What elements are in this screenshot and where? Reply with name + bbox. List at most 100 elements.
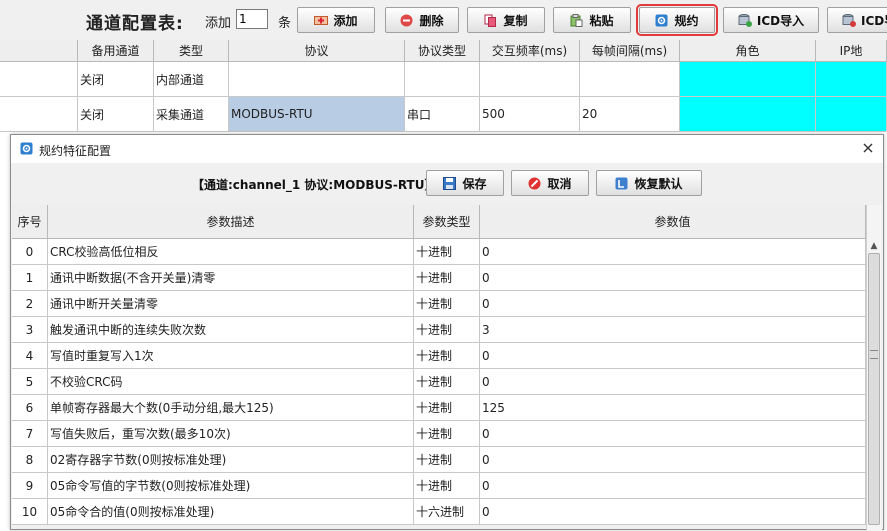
cancel-button[interactable]: 取消: [511, 170, 589, 196]
icd-export-button[interactable]: ICD导: [827, 7, 887, 33]
index-cell: 8: [12, 447, 48, 473]
param-value-cell[interactable]: 0: [480, 239, 866, 265]
frame-interval-cell[interactable]: 20: [580, 97, 680, 132]
protocol-button[interactable]: 规约: [636, 4, 718, 36]
protocol-type-cell[interactable]: 串口: [405, 97, 480, 132]
param-value-cell[interactable]: 125: [480, 395, 866, 421]
column-header-param-value[interactable]: 参数值: [480, 205, 866, 239]
add-row-icon: [314, 14, 329, 27]
index-cell: 5: [12, 369, 48, 395]
copy-button[interactable]: 复制: [467, 7, 545, 33]
description-cell: 不校验CRC码: [48, 369, 414, 395]
add-button[interactable]: 添加: [297, 7, 375, 33]
param-value-cell[interactable]: 0: [480, 343, 866, 369]
table-row[interactable]: 5 不校验CRC码 十进制 0: [12, 369, 866, 395]
icd-import-button[interactable]: ICD导入: [723, 7, 819, 33]
role-cell[interactable]: [680, 62, 816, 97]
table-row[interactable]: 1 通讯中断数据(不含开关量)清零 十进制 0: [12, 265, 866, 291]
param-value-cell[interactable]: 0: [480, 447, 866, 473]
table-row[interactable]: 2 通讯中断开关量清零 十进制 0: [12, 291, 866, 317]
close-icon[interactable]: [860, 140, 876, 156]
paste-button[interactable]: 粘贴: [553, 7, 631, 33]
param-type-cell: 十进制: [414, 473, 480, 499]
table-row[interactable]: 9 05命令写值的字节数(0则按标准处理) 十进制 0: [12, 473, 866, 499]
add-count-input[interactable]: [236, 9, 268, 29]
copy-button-label: 复制: [503, 13, 528, 28]
row-header-cell[interactable]: [0, 97, 78, 132]
column-header-blank: [0, 40, 78, 62]
delete-button[interactable]: 删除: [385, 7, 459, 33]
description-cell: 通讯中断开关量清零: [48, 291, 414, 317]
param-value-cell[interactable]: 0: [480, 473, 866, 499]
ip-cell[interactable]: [816, 62, 887, 97]
index-cell: 6: [12, 395, 48, 421]
table-row[interactable]: 4 写值时重复写入1次 十进制 0: [12, 343, 866, 369]
table-row[interactable]: 6 单帧寄存器最大个数(0手动分组,最大125) 十进制 125: [12, 395, 866, 421]
param-value-cell[interactable]: 0: [480, 421, 866, 447]
index-cell: 7: [12, 421, 48, 447]
delete-button-label: 删除: [419, 13, 444, 28]
column-header-index[interactable]: 序号: [12, 205, 48, 239]
column-header-role[interactable]: 角色: [680, 40, 816, 62]
backup-channel-cell[interactable]: 关闭: [78, 62, 154, 97]
param-type-cell: 十进制: [414, 447, 480, 473]
param-value-cell[interactable]: 0: [480, 369, 866, 395]
description-cell: 单帧寄存器最大个数(0手动分组,最大125): [48, 395, 414, 421]
protocol-cell[interactable]: MODBUS-RTU: [229, 97, 405, 132]
add-count-prefix: 添加: [205, 16, 232, 31]
column-header-protocol[interactable]: 协议: [229, 40, 405, 62]
table-row[interactable]: 7 写值失败后，重写次数(最多10次) 十进制 0: [12, 421, 866, 447]
protocol-config-dialog: 规约特征配置 【通道:channel_1 协议:MODBUS-RTU】 保存 取…: [10, 134, 884, 531]
index-cell: 10: [12, 499, 48, 525]
save-button[interactable]: 保存: [426, 170, 504, 196]
interaction-freq-cell[interactable]: 500: [480, 97, 580, 132]
add-count-suffix: 条: [278, 16, 292, 31]
table-row[interactable]: 10 05命令合的值(0则按标准处理) 十六进制 0: [12, 499, 866, 525]
table-row[interactable]: 8 02寄存器字节数(0则按标准处理) 十进制 0: [12, 447, 866, 473]
protocol-type-cell[interactable]: [405, 62, 480, 97]
param-value-cell[interactable]: 0: [480, 291, 866, 317]
type-cell[interactable]: 采集通道: [154, 97, 229, 132]
row-header-cell[interactable]: [0, 62, 78, 97]
interaction-freq-cell[interactable]: [480, 62, 580, 97]
scrollbar-thumb[interactable]: [868, 253, 880, 525]
table-row[interactable]: 3 触发通讯中断的连续失败次数 十进制 3: [12, 317, 866, 343]
cancel-icon: [528, 177, 541, 190]
database-import-icon: [738, 13, 752, 27]
column-header-protocol-type[interactable]: 协议类型: [405, 40, 480, 62]
channel-protocol-info: 【通道:channel_1 协议:MODBUS-RTU】: [192, 178, 437, 192]
role-cell[interactable]: [680, 97, 816, 132]
column-header-type[interactable]: 类型: [154, 40, 229, 62]
dialog-titlebar[interactable]: 规约特征配置: [11, 135, 883, 163]
table-row[interactable]: 0 CRC校验高低位相反 十进制 0: [12, 239, 866, 265]
scrollbar-grip-icon: [870, 350, 878, 359]
column-header-description[interactable]: 参数描述: [48, 205, 414, 239]
description-cell: CRC校验高低位相反: [48, 239, 414, 265]
description-cell: 触发通讯中断的连续失败次数: [48, 317, 414, 343]
paste-icon: [570, 13, 583, 27]
param-value-cell[interactable]: 3: [480, 317, 866, 343]
frame-interval-cell[interactable]: [580, 62, 680, 97]
column-header-ip[interactable]: IP地: [816, 40, 887, 62]
copy-icon: [484, 14, 497, 27]
paste-button-label: 粘贴: [589, 13, 614, 28]
param-type-cell: 十进制: [414, 291, 480, 317]
backup-channel-cell[interactable]: 关闭: [78, 97, 154, 132]
index-cell: 9: [12, 473, 48, 499]
scroll-up-arrow-icon[interactable]: ▲: [869, 241, 879, 251]
column-header-param-type[interactable]: 参数类型: [414, 205, 480, 239]
param-type-cell: 十进制: [414, 317, 480, 343]
protocol-cell[interactable]: [229, 62, 405, 97]
ip-cell[interactable]: [816, 97, 887, 132]
channel-table: 备用通道 类型 协议 协议类型 交互频率(ms) 每帧间隔(ms) 角色 IP地…: [0, 40, 887, 134]
param-type-cell: 十进制: [414, 265, 480, 291]
restore-default-button[interactable]: 恢复默认: [596, 170, 702, 196]
param-value-cell[interactable]: 0: [480, 265, 866, 291]
column-header-frame-interval[interactable]: 每帧间隔(ms): [580, 40, 680, 62]
column-header-interaction-freq[interactable]: 交互频率(ms): [480, 40, 580, 62]
channel-config-title: 通道配置表:: [86, 14, 184, 34]
add-button-label: 添加: [333, 13, 358, 28]
column-header-backup-channel[interactable]: 备用通道: [78, 40, 154, 62]
param-value-cell[interactable]: 0: [480, 499, 866, 525]
type-cell[interactable]: 内部通道: [154, 62, 229, 97]
